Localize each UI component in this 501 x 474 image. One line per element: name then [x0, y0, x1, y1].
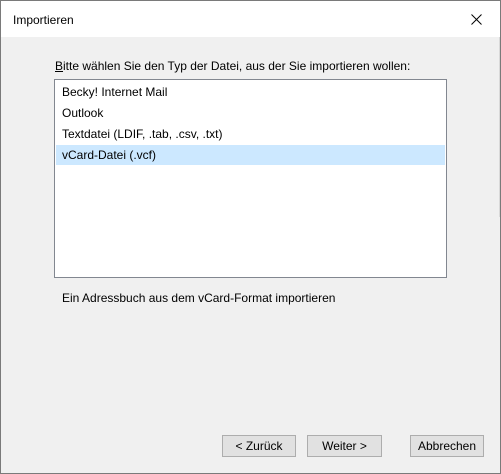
file-type-prompt: Bitte wählen Sie den Typ der Datei, aus … [55, 59, 410, 73]
strip-divider [499, 37, 500, 217]
list-item-outlook[interactable]: Outlook [56, 103, 445, 123]
list-item-vcard[interactable]: vCard-Datei (.vcf) [56, 145, 445, 165]
cancel-button[interactable]: Abbrechen [410, 435, 484, 457]
window-title: Importieren [13, 13, 74, 27]
close-icon [471, 14, 482, 25]
next-button[interactable]: Weiter > [307, 435, 382, 457]
import-dialog: Importieren Bitte wählen Sie den Typ der… [0, 0, 501, 474]
right-edge-strip [489, 37, 500, 461]
file-type-list[interactable]: Becky! Internet Mail Outlook Textdatei (… [54, 79, 447, 278]
list-item-textfile[interactable]: Textdatei (LDIF, .tab, .csv, .txt) [56, 124, 445, 144]
back-button[interactable]: < Zurück [222, 435, 296, 457]
prompt-text: itte wählen Sie den Typ der Datei, aus d… [63, 59, 411, 73]
import-description: Ein Adressbuch aus dem vCard-Format impo… [62, 291, 336, 305]
wizard-page: Bitte wählen Sie den Typ der Datei, aus … [1, 37, 489, 461]
prompt-accelerator: B [55, 59, 64, 73]
title-bar: Importieren [1, 1, 500, 37]
close-button[interactable] [454, 1, 500, 37]
list-item-becky[interactable]: Becky! Internet Mail [56, 82, 445, 102]
